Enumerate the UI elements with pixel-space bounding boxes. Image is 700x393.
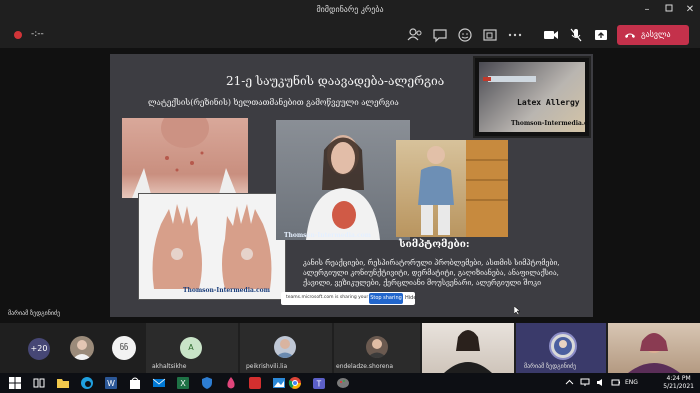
meeting-toolbar: -:-- გასვლა — [0, 22, 700, 48]
more-options-icon[interactable] — [506, 26, 524, 44]
avatar — [274, 336, 296, 358]
neck-rash-photo — [122, 118, 248, 198]
participant-tile[interactable]: მარიამ ზედგინიძე — [516, 323, 606, 373]
reactions-icon[interactable] — [456, 26, 474, 44]
edge-browser-icon[interactable] — [80, 376, 94, 390]
watermark-1: Thomson-Intermedia.com — [511, 120, 591, 127]
shared-screen-stage: 21-ე საუკუნის დაავადება-ალერგია ლატექსის… — [0, 48, 700, 323]
presentation-slide: 21-ე საუკუნის დაავადება-ალერგია ლატექსის… — [110, 54, 593, 317]
svg-text:T: T — [317, 380, 322, 389]
watermark-2: Thomson-Intermedia.com — [183, 287, 270, 294]
title-bar: მიმდინარე კრება – ✕ — [0, 0, 700, 22]
participants-icon[interactable] — [406, 26, 424, 44]
watermark-3: Thomson-Intermedia.com — [284, 232, 371, 239]
volume-icon[interactable] — [596, 378, 606, 387]
slide-subtitle: ლატექსის(რეზინის) ხელთათმანებით გამოწვეუ… — [148, 98, 399, 107]
svg-text:X: X — [180, 379, 186, 388]
photos-icon[interactable] — [272, 376, 286, 390]
overflow-participants-badge[interactable]: +20 — [28, 338, 50, 360]
participant-video-tile[interactable] — [608, 323, 700, 373]
teams-icon[interactable]: T — [312, 376, 326, 390]
elderly-man-photo — [396, 140, 508, 237]
avatar — [549, 332, 577, 360]
leave-button[interactable]: გასვლა — [617, 25, 689, 45]
system-tray-chevron-icon[interactable] — [565, 378, 574, 387]
clock-date: 5/21/2021 — [663, 383, 694, 390]
participant-tile[interactable]: endeladze.shorena — [334, 323, 420, 373]
participant-name: peikrishvili.lia — [246, 363, 288, 370]
maximize-icon[interactable] — [662, 3, 676, 17]
excel-icon[interactable]: X — [176, 376, 190, 390]
participant-name: მარიამ ზედგინიძე — [524, 363, 577, 370]
participant-name: endeladze.shorena — [336, 363, 393, 370]
language-indicator[interactable]: ENG — [625, 379, 638, 386]
symptoms-heading: სიმპტომები: — [399, 239, 470, 250]
network-icon[interactable] — [580, 378, 590, 387]
phone-hangup-icon — [625, 33, 635, 38]
minimize-icon[interactable]: – — [640, 3, 654, 17]
participant-tile[interactable]: A akhaltsikhe — [146, 323, 238, 373]
woman-breathing-photo: Thomson-Intermedia.com — [276, 120, 410, 240]
stop-sharing-button[interactable]: Stop sharing — [369, 293, 403, 304]
close-window-icon[interactable]: ✕ — [683, 3, 697, 17]
word-icon[interactable]: W — [104, 376, 118, 390]
symptoms-text: კანის რეაქციები, რესპირატორული პრობლემებ… — [303, 259, 560, 287]
participants-strip: +20 ნნ A akhaltsikhe peikrishvili.lia en… — [0, 323, 700, 373]
slide-title: 21-ე საუკუნის დაავადება-ალერგია — [226, 74, 445, 88]
file-explorer-icon[interactable] — [56, 376, 70, 390]
microphone-muted-icon[interactable] — [567, 26, 585, 44]
windows-store-icon[interactable] — [128, 376, 142, 390]
drop-app-icon[interactable] — [224, 376, 238, 390]
presenter-caption: მარიამ ზედგინიძე — [8, 310, 61, 317]
recording-indicator-icon — [14, 31, 22, 39]
latex-label: Latex Allergy — [517, 98, 580, 107]
windows-start-icon[interactable] — [8, 376, 22, 390]
mouse-cursor-icon — [514, 306, 520, 315]
participant-video-tile[interactable] — [422, 323, 514, 373]
taskbar-clock[interactable]: 4:24 PM 5/21/2021 — [663, 375, 694, 391]
mail-icon[interactable] — [152, 376, 166, 390]
battery-icon[interactable] — [611, 378, 621, 387]
hide-button[interactable]: Hide — [405, 295, 416, 301]
window-title: მიმდინარე კრება — [316, 5, 384, 14]
leave-label: გასვლა — [641, 30, 671, 39]
hands-rash-photo: Thomson-Intermedia.com — [138, 193, 286, 300]
task-view-icon[interactable] — [32, 376, 46, 390]
clock-time: 4:24 PM — [666, 375, 691, 382]
chrome-icon[interactable] — [288, 376, 302, 390]
paint-icon[interactable] — [336, 376, 350, 390]
avatar — [70, 336, 94, 360]
participant-tile[interactable]: peikrishvili.lia — [240, 323, 332, 373]
avatar: ნნ — [112, 336, 136, 360]
chat-icon[interactable] — [431, 26, 449, 44]
meeting-timer: -:-- — [31, 29, 44, 39]
participant-name: akhaltsikhe — [152, 363, 187, 370]
svg-text:W: W — [107, 379, 115, 388]
vpn-shield-icon[interactable] — [200, 376, 214, 390]
camera-icon[interactable] — [542, 26, 560, 44]
avatar: A — [180, 337, 202, 359]
latex-allergy-image: Latex Allergy Thomson-Intermedia.com — [473, 56, 591, 138]
avatar — [366, 336, 388, 358]
windows-taskbar: W X T ENG 4:24 PM 5/21/2021 — [0, 373, 700, 393]
rooms-icon[interactable] — [481, 26, 499, 44]
acrobat-icon[interactable] — [248, 376, 262, 390]
share-screen-icon[interactable] — [592, 26, 610, 44]
sharing-indicator-bar: teams.microsoft.com is sharing your scre… — [281, 292, 416, 305]
